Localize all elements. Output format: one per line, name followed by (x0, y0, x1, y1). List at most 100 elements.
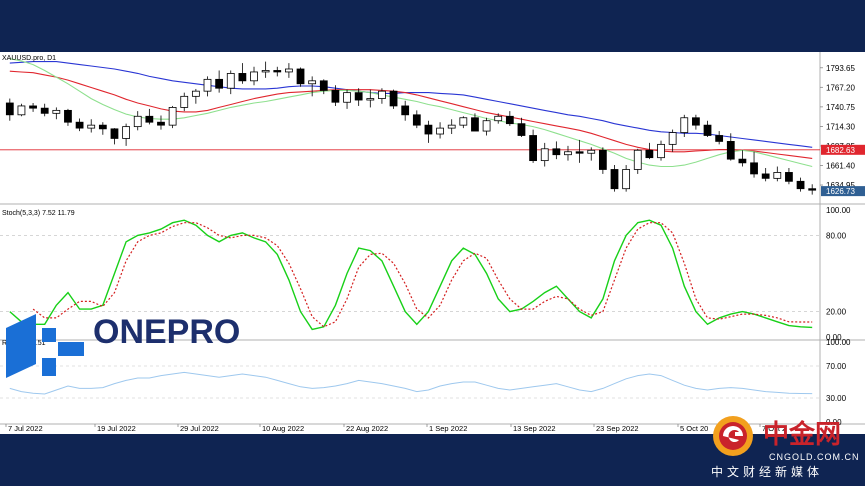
candle (738, 150, 747, 167)
candle-body (610, 169, 619, 190)
candle (52, 107, 61, 120)
candle (761, 168, 770, 182)
candle-body (203, 78, 212, 92)
candle (715, 131, 724, 145)
watermark-url: CNGOLD.COM.CN (769, 452, 860, 462)
candle (447, 119, 456, 135)
candle-body (482, 120, 491, 132)
candle (575, 139, 584, 163)
rsi-tick-label: 100.00 (826, 338, 851, 347)
candle-body (494, 115, 503, 122)
stoch-tick-label: 100.00 (826, 206, 851, 215)
candle-body (552, 148, 561, 156)
candle-body (226, 73, 235, 89)
candle (622, 165, 631, 192)
candle (517, 117, 526, 137)
onepro-logo-icon (6, 314, 84, 378)
symbol-label: XAUUSD.pro, D1 (2, 55, 56, 62)
stoch-tick-label: 20.00 (826, 308, 847, 317)
moving-average-1 (9, 61, 813, 148)
candle (424, 120, 433, 143)
price-pane (0, 58, 820, 195)
candle (587, 147, 596, 161)
candle-body (471, 117, 479, 132)
price-tick-label: 1714.30 (826, 122, 855, 131)
candle (250, 66, 258, 86)
candle (703, 120, 712, 137)
candle (64, 108, 72, 126)
candle-body (238, 73, 247, 82)
candle-body (692, 117, 700, 126)
candle (598, 147, 607, 174)
candle-body (657, 143, 665, 159)
candle-body (110, 128, 119, 139)
candle-body (273, 70, 282, 73)
candle-body (168, 107, 177, 126)
candle (261, 61, 270, 78)
candle-body (750, 162, 758, 175)
candle (273, 66, 282, 77)
chart-area: 1793.651767.201740.751714.301687.851661.… (0, 52, 865, 434)
candle-body (668, 132, 677, 145)
moving-average-3 (9, 58, 813, 168)
candle (633, 148, 642, 174)
candle-body (75, 121, 84, 129)
candle-body (598, 149, 607, 170)
candle-body (505, 115, 514, 125)
candle (412, 110, 421, 129)
candle-body (703, 124, 712, 136)
candle-body (459, 117, 468, 126)
candle-body (122, 126, 130, 139)
candle-body (354, 92, 363, 101)
candle (459, 116, 468, 129)
candle-body (785, 172, 793, 182)
candle (529, 129, 537, 163)
candle-body (540, 148, 549, 162)
candle (157, 115, 165, 130)
candle-body (517, 123, 526, 136)
candle-body (319, 80, 328, 91)
candle (389, 89, 398, 109)
candle (285, 63, 293, 78)
candle-body (761, 173, 770, 179)
candle-body (436, 127, 444, 135)
candle-body (250, 71, 258, 82)
grid-layer (0, 52, 865, 425)
price-tick-label: 1740.75 (826, 103, 855, 112)
candle-body (145, 115, 154, 123)
candle-body (52, 109, 61, 114)
candle-body (29, 105, 37, 109)
candle (110, 128, 119, 145)
candle-body (87, 124, 96, 129)
candle-body (796, 180, 805, 190)
candle (203, 76, 212, 97)
rsi-tick-label: 70.00 (826, 362, 847, 371)
candle-body (808, 188, 817, 191)
rsi-line (9, 371, 813, 395)
candle (750, 151, 758, 178)
cngold-logo-icon (713, 416, 753, 456)
candle-body (157, 121, 165, 126)
x-tick-label: 13 Sep 2022 (513, 424, 556, 433)
candle (610, 165, 619, 192)
candle-body (191, 90, 200, 97)
candle-body (738, 158, 747, 164)
trading-chart: 1793.651767.201740.751714.301687.851661.… (0, 52, 865, 433)
candle (796, 177, 805, 192)
candle-body (331, 90, 340, 103)
candle-body (366, 98, 375, 101)
candle-body (261, 70, 270, 73)
candle (552, 141, 561, 160)
candle-body (215, 78, 224, 89)
horizontal-line-price-label: 1682.63 (826, 146, 855, 155)
candle-body (308, 80, 317, 85)
candle (692, 114, 700, 130)
stoch-tick-label: 80.00 (826, 231, 847, 240)
candle (401, 100, 410, 121)
candle-body (587, 149, 596, 154)
candle (564, 145, 572, 161)
candle (168, 105, 177, 129)
candle (668, 129, 677, 152)
candle-body (296, 68, 305, 85)
candle-body (633, 149, 642, 170)
